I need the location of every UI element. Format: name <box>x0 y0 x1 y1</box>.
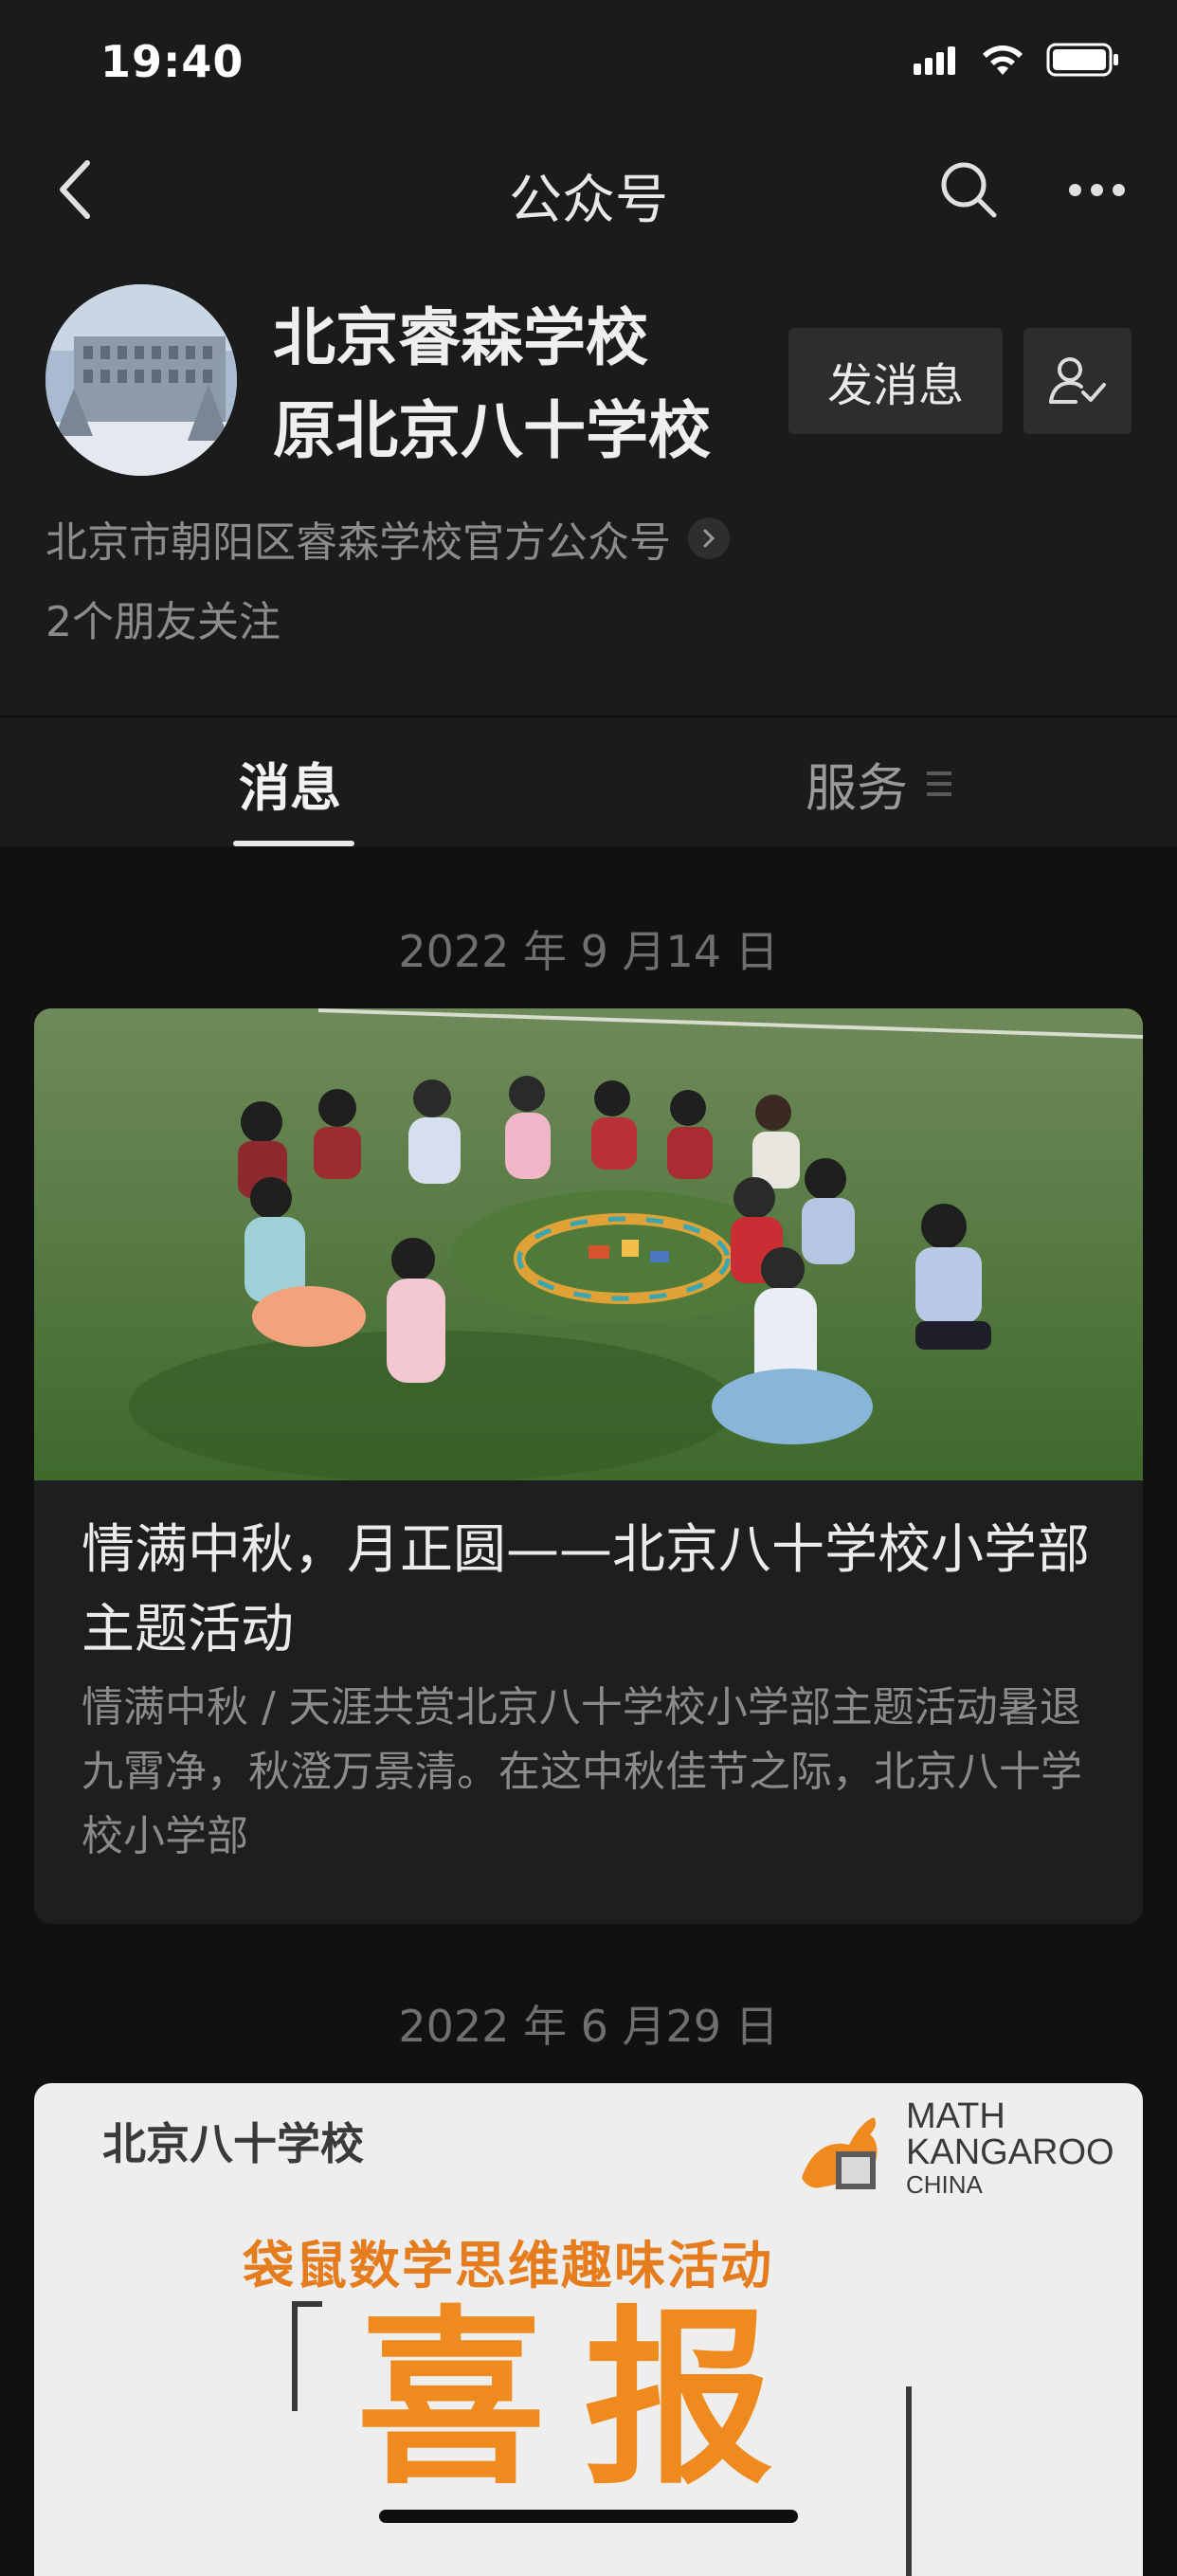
article-card[interactable]: 情满中秋，月正圆——北京八十学校小学部主题活动 情满中秋 / 天涯共赏北京八十学… <box>34 1008 1143 1924</box>
math-kangaroo-logo-line1: MATH <box>906 2096 1005 2136</box>
tab-services[interactable]: 服务 <box>806 746 951 821</box>
user-followed-icon <box>1049 357 1106 404</box>
active-tab-indicator <box>233 841 354 846</box>
tab-bar: 消息 服务 <box>0 717 1177 846</box>
status-icons <box>914 42 1120 78</box>
chevron-right-icon <box>688 517 730 559</box>
tab-services-label: 服务 <box>806 758 908 818</box>
menu-list-icon <box>927 771 951 796</box>
account-name-line2: 原北京八十学校 <box>273 394 711 467</box>
send-message-button[interactable]: 发消息 <box>788 328 1003 434</box>
friends-following[interactable]: 2个朋友关注 <box>45 588 281 648</box>
status-time: 19:40 <box>100 36 244 87</box>
wifi-icon <box>983 45 1023 75</box>
poster-bracket-right <box>906 2386 912 2576</box>
search-icon <box>941 162 997 218</box>
poster-headline: 喜报 <box>356 2290 812 2511</box>
poster-school-name: 北京八十学校 <box>102 2118 364 2169</box>
tab-messages[interactable]: 消息 <box>239 746 341 821</box>
message-date: 2022 年 6 月29 日 <box>398 2001 779 2052</box>
dot-icon <box>1090 183 1103 196</box>
school-building-photo <box>45 284 237 476</box>
account-avatar[interactable] <box>45 284 237 476</box>
message-date: 2022 年 9 月14 日 <box>398 926 779 977</box>
battery-icon <box>1046 43 1118 77</box>
kangaroo-logo-icon <box>802 2117 878 2189</box>
account-name-line1: 北京睿森学校 <box>273 301 648 374</box>
article-summary: 情满中秋 / 天涯共赏北京八十学校小学部主题活动暑退九霄净，秋澄万景清。在这中秋… <box>81 1683 1082 1860</box>
dot-icon <box>1112 183 1125 196</box>
dot-icon <box>1068 183 1081 196</box>
home-indicator[interactable] <box>379 2510 798 2523</box>
article-cover-image <box>34 1008 1143 1480</box>
account-header: 公众号 北京睿森学校 原北京八十学校 发消息 北京市朝阳区睿森学校官方公众号 2… <box>0 133 1177 716</box>
following-button[interactable] <box>1023 328 1132 434</box>
article-title: 情满中秋，月正圆——北京八十学校小学部主题活动 <box>81 1519 1090 1660</box>
math-kangaroo-logo-line2: KANGAROO <box>906 2132 1114 2172</box>
poster-card[interactable]: 北京八十学校 MATH KANGAROO CHINA 袋鼠数学思维趣味活动 喜报 <box>34 2083 1143 2576</box>
account-description: 北京市朝阳区睿森学校官方公众号 <box>45 518 671 567</box>
more-options-button[interactable] <box>1054 154 1139 226</box>
account-description-row[interactable]: 北京市朝阳区睿森学校官方公众号 <box>45 508 730 569</box>
search-button[interactable] <box>933 154 1005 226</box>
status-bar: 19:40 <box>0 0 1177 133</box>
cellular-signal-icon <box>914 46 955 75</box>
account-name: 北京睿森学校 原北京八十学校 <box>273 292 766 478</box>
poster-subtitle: 袋鼠数学思维趣味活动 <box>243 2236 773 2295</box>
math-kangaroo-logo-line3: CHINA <box>906 2170 983 2199</box>
nav-bar: 公众号 <box>0 133 1177 246</box>
poster-bracket-left <box>292 2301 322 2411</box>
